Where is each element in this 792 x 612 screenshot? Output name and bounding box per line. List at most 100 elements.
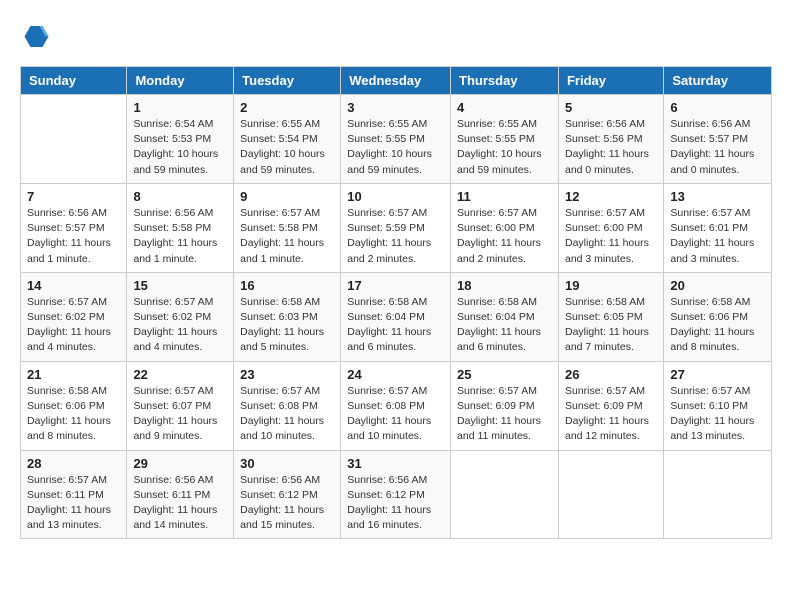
calendar-cell: 1Sunrise: 6:54 AMSunset: 5:53 PMDaylight… xyxy=(127,95,234,184)
day-number: 3 xyxy=(347,100,444,115)
day-number: 30 xyxy=(240,456,334,471)
day-info: Sunrise: 6:56 AMSunset: 6:11 PMDaylight:… xyxy=(133,473,227,534)
day-header-saturday: Saturday xyxy=(664,67,772,95)
calendar-cell: 19 Sunrise: 6:58 AMSunset: 6:05 PMDayligh… xyxy=(558,272,663,361)
day-number: 4 xyxy=(457,100,552,115)
day-header-wednesday: Wednesday xyxy=(341,67,451,95)
calendar-cell: 22 Sunrise: 6:57 AMSunset: 6:07 PMDayligh… xyxy=(127,361,234,450)
calendar-cell: 12 Sunrise: 6:57 AMSunset: 6:00 PMDayligh… xyxy=(558,183,663,272)
calendar-cell: 24Sunrise: 6:57 AMSunset: 6:08 PMDayligh… xyxy=(341,361,451,450)
logo-icon xyxy=(20,20,50,50)
calendar-week-2: 7Sunrise: 6:56 AMSunset: 5:57 PMDaylight… xyxy=(21,183,772,272)
day-number: 26 xyxy=(565,367,657,382)
day-info: Sunrise: 6:56 AMSunset: 5:56 PMDaylight:… xyxy=(565,117,657,178)
calendar-cell: 4 Sunrise: 6:55 AMSunset: 5:55 PMDaylight… xyxy=(451,95,559,184)
calendar-cell: 27 Sunrise: 6:57 AMSunset: 6:10 PMDayligh… xyxy=(664,361,772,450)
calendar-table: SundayMondayTuesdayWednesdayThursdayFrid… xyxy=(20,66,772,539)
day-info: Sunrise: 6:57 AMSunset: 6:08 PMDaylight:… xyxy=(240,384,334,445)
calendar-cell: 23 Sunrise: 6:57 AMSunset: 6:08 PMDayligh… xyxy=(234,361,341,450)
calendar-cell xyxy=(558,450,663,539)
day-header-sunday: Sunday xyxy=(21,67,127,95)
day-info: Sunrise: 6:58 AMSunset: 6:06 PMDaylight:… xyxy=(670,295,765,356)
day-info: Sunrise: 6:57 AMSunset: 6:00 PMDaylight:… xyxy=(565,206,657,267)
day-info: Sunrise: 6:56 AMSunset: 6:12 PMDaylight:… xyxy=(347,473,444,534)
calendar-cell: 28 Sunrise: 6:57 AMSunset: 6:11 PMDayligh… xyxy=(21,450,127,539)
calendar-cell xyxy=(664,450,772,539)
day-number: 12 xyxy=(565,189,657,204)
day-header-thursday: Thursday xyxy=(451,67,559,95)
day-number: 29 xyxy=(133,456,227,471)
day-info: Sunrise: 6:57 AMSunset: 5:58 PMDaylight:… xyxy=(240,206,334,267)
day-number: 28 xyxy=(27,456,120,471)
day-number: 18 xyxy=(457,278,552,293)
day-number: 11 xyxy=(457,189,552,204)
day-number: 20 xyxy=(670,278,765,293)
day-info: Sunrise: 6:57 AMSunset: 5:59 PMDaylight:… xyxy=(347,206,444,267)
logo xyxy=(20,20,54,50)
day-number: 1 xyxy=(133,100,227,115)
calendar-week-1: 1Sunrise: 6:54 AMSunset: 5:53 PMDaylight… xyxy=(21,95,772,184)
day-number: 2 xyxy=(240,100,334,115)
calendar-cell: 30 Sunrise: 6:56 AMSunset: 6:12 PMDayligh… xyxy=(234,450,341,539)
calendar-cell: 5 Sunrise: 6:56 AMSunset: 5:56 PMDaylight… xyxy=(558,95,663,184)
day-info: Sunrise: 6:58 AMSunset: 6:06 PMDaylight:… xyxy=(27,384,120,445)
calendar-cell: 7Sunrise: 6:56 AMSunset: 5:57 PMDaylight… xyxy=(21,183,127,272)
day-info: Sunrise: 6:57 AMSunset: 6:10 PMDaylight:… xyxy=(670,384,765,445)
day-info: Sunrise: 6:56 AMSunset: 6:12 PMDaylight:… xyxy=(240,473,334,534)
day-number: 16 xyxy=(240,278,334,293)
day-number: 22 xyxy=(133,367,227,382)
day-number: 15 xyxy=(133,278,227,293)
calendar-cell: 21 Sunrise: 6:58 AMSunset: 6:06 PMDayligh… xyxy=(21,361,127,450)
day-header-monday: Monday xyxy=(127,67,234,95)
day-info: Sunrise: 6:58 AMSunset: 6:05 PMDaylight:… xyxy=(565,295,657,356)
day-number: 23 xyxy=(240,367,334,382)
calendar-cell xyxy=(21,95,127,184)
calendar-cell: 25Sunrise: 6:57 AMSunset: 6:09 PMDayligh… xyxy=(451,361,559,450)
day-info: Sunrise: 6:58 AMSunset: 6:03 PMDaylight:… xyxy=(240,295,334,356)
calendar-cell: 14Sunrise: 6:57 AMSunset: 6:02 PMDayligh… xyxy=(21,272,127,361)
header xyxy=(20,20,772,50)
calendar-cell: 9Sunrise: 6:57 AMSunset: 5:58 PMDaylight… xyxy=(234,183,341,272)
calendar-cell: 15 Sunrise: 6:57 AMSunset: 6:02 PMDayligh… xyxy=(127,272,234,361)
day-number: 8 xyxy=(133,189,227,204)
calendar-cell: 29 Sunrise: 6:56 AMSunset: 6:11 PMDayligh… xyxy=(127,450,234,539)
day-info: Sunrise: 6:58 AMSunset: 6:04 PMDaylight:… xyxy=(457,295,552,356)
day-info: Sunrise: 6:55 AMSunset: 5:54 PMDaylight:… xyxy=(240,117,334,178)
day-info: Sunrise: 6:57 AMSunset: 6:07 PMDaylight:… xyxy=(133,384,227,445)
calendar-cell: 2 Sunrise: 6:55 AMSunset: 5:54 PMDaylight… xyxy=(234,95,341,184)
calendar-cell: 18 Sunrise: 6:58 AMSunset: 6:04 PMDayligh… xyxy=(451,272,559,361)
calendar-cell: 3 Sunrise: 6:55 AMSunset: 5:55 PMDaylight… xyxy=(341,95,451,184)
calendar-cell xyxy=(451,450,559,539)
day-info: Sunrise: 6:56 AMSunset: 5:58 PMDaylight:… xyxy=(133,206,227,267)
day-number: 27 xyxy=(670,367,765,382)
calendar-cell: 17Sunrise: 6:58 AMSunset: 6:04 PMDayligh… xyxy=(341,272,451,361)
day-info: Sunrise: 6:57 AMSunset: 6:02 PMDaylight:… xyxy=(133,295,227,356)
day-number: 21 xyxy=(27,367,120,382)
calendar-cell: 6Sunrise: 6:56 AMSunset: 5:57 PMDaylight… xyxy=(664,95,772,184)
calendar-cell: 11 Sunrise: 6:57 AMSunset: 6:00 PMDayligh… xyxy=(451,183,559,272)
calendar-cell: 16 Sunrise: 6:58 AMSunset: 6:03 PMDayligh… xyxy=(234,272,341,361)
calendar-cell: 13Sunrise: 6:57 AMSunset: 6:01 PMDayligh… xyxy=(664,183,772,272)
day-info: Sunrise: 6:55 AMSunset: 5:55 PMDaylight:… xyxy=(457,117,552,178)
calendar-cell: 26Sunrise: 6:57 AMSunset: 6:09 PMDayligh… xyxy=(558,361,663,450)
day-number: 19 xyxy=(565,278,657,293)
day-info: Sunrise: 6:57 AMSunset: 6:11 PMDaylight:… xyxy=(27,473,120,534)
calendar-cell: 8 Sunrise: 6:56 AMSunset: 5:58 PMDaylight… xyxy=(127,183,234,272)
calendar-header: SundayMondayTuesdayWednesdayThursdayFrid… xyxy=(21,67,772,95)
day-header-tuesday: Tuesday xyxy=(234,67,341,95)
day-info: Sunrise: 6:57 AMSunset: 6:08 PMDaylight:… xyxy=(347,384,444,445)
day-number: 5 xyxy=(565,100,657,115)
calendar-cell: 10 Sunrise: 6:57 AMSunset: 5:59 PMDayligh… xyxy=(341,183,451,272)
day-number: 13 xyxy=(670,189,765,204)
day-number: 7 xyxy=(27,189,120,204)
day-number: 25 xyxy=(457,367,552,382)
day-number: 17 xyxy=(347,278,444,293)
day-info: Sunrise: 6:55 AMSunset: 5:55 PMDaylight:… xyxy=(347,117,444,178)
calendar-cell: 20 Sunrise: 6:58 AMSunset: 6:06 PMDayligh… xyxy=(664,272,772,361)
calendar-cell: 31Sunrise: 6:56 AMSunset: 6:12 PMDayligh… xyxy=(341,450,451,539)
day-info: Sunrise: 6:57 AMSunset: 6:02 PMDaylight:… xyxy=(27,295,120,356)
day-info: Sunrise: 6:57 AMSunset: 6:00 PMDaylight:… xyxy=(457,206,552,267)
calendar-week-5: 28 Sunrise: 6:57 AMSunset: 6:11 PMDayligh… xyxy=(21,450,772,539)
day-number: 10 xyxy=(347,189,444,204)
day-info: Sunrise: 6:56 AMSunset: 5:57 PMDaylight:… xyxy=(670,117,765,178)
